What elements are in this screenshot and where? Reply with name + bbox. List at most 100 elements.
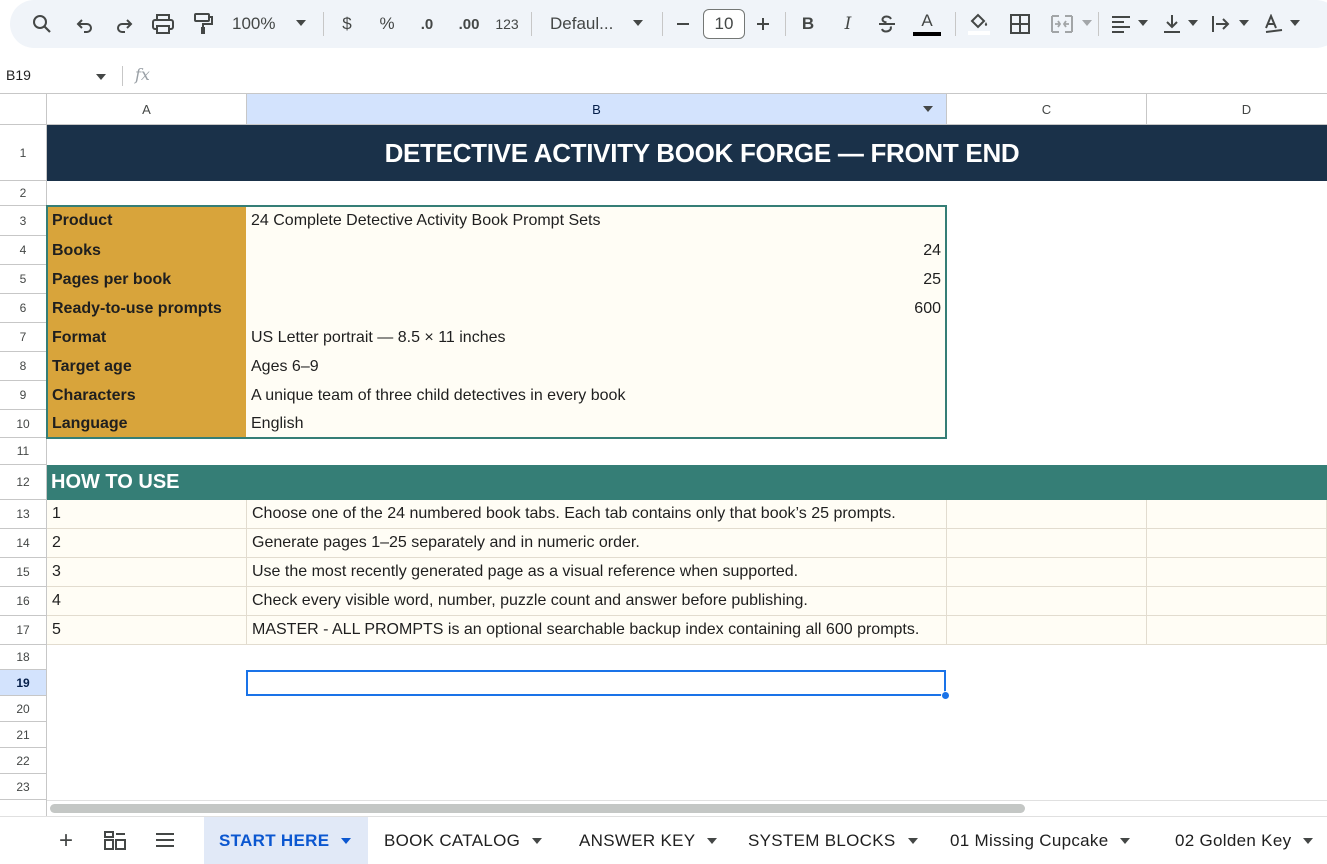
row-header[interactable]: 21 <box>0 722 47 748</box>
merge-cells-button[interactable] <box>1050 0 1074 48</box>
horizontal-scrollbar-track[interactable] <box>47 800 1327 816</box>
column-header-d[interactable]: D <box>1147 94 1327 125</box>
sheet-tab-book-catalog[interactable]: BOOK CATALOG <box>369 817 561 864</box>
increase-decimal-button[interactable]: .00 <box>454 0 484 48</box>
info-label[interactable]: Product <box>47 206 246 236</box>
empty-cell[interactable] <box>947 616 1147 645</box>
row-header[interactable]: 7 <box>0 323 47 352</box>
step-number[interactable]: 2 <box>47 529 247 558</box>
text-wrapping-button[interactable] <box>1210 0 1232 48</box>
fill-color-button[interactable] <box>966 0 992 48</box>
row-header[interactable]: 5 <box>0 265 47 294</box>
row-header[interactable]: 13 <box>0 500 47 529</box>
merge-chevron-down-icon[interactable] <box>1082 20 1092 26</box>
row-header[interactable]: 1 <box>0 125 47 181</box>
row-header[interactable]: 11 <box>0 438 47 465</box>
column-header-b[interactable]: B <box>247 94 947 125</box>
info-value[interactable]: 25 <box>246 265 946 294</box>
row-header[interactable]: 8 <box>0 352 47 381</box>
sheet-tab-01-missing-cupcake[interactable]: 01 Missing Cupcake <box>935 817 1159 864</box>
step-text[interactable]: Check every visible word, number, puzzle… <box>247 587 947 616</box>
empty-cell[interactable] <box>1147 558 1327 587</box>
row-header[interactable]: 6 <box>0 294 47 323</box>
empty-cell[interactable] <box>1147 587 1327 616</box>
formula-input[interactable] <box>170 64 1320 88</box>
rotation-chevron-down-icon[interactable] <box>1290 20 1300 26</box>
more-formats-button[interactable]: 123 <box>494 0 520 48</box>
row-header[interactable]: 10 <box>0 410 47 438</box>
name-box-chevron-down-icon[interactable] <box>96 74 106 80</box>
strikethrough-button[interactable] <box>876 0 898 48</box>
row-header[interactable]: 16 <box>0 587 47 616</box>
step-text[interactable]: Use the most recently generated page as … <box>247 558 947 587</box>
print-button[interactable] <box>151 0 175 48</box>
step-text[interactable]: Generate pages 1–25 separately and in nu… <box>247 529 947 558</box>
sheet-tab-system-blocks[interactable]: SYSTEM BLOCKS <box>733 817 935 864</box>
info-label[interactable]: Ready-to-use prompts <box>47 294 246 323</box>
sheet-tab-start-here[interactable]: START HERE <box>204 817 368 864</box>
decrease-font-size-button[interactable] <box>673 0 693 48</box>
paint-format-button[interactable] <box>191 0 215 48</box>
info-value[interactable]: English <box>246 410 946 438</box>
row-header[interactable]: 4 <box>0 236 47 265</box>
info-label[interactable]: Target age <box>47 352 246 381</box>
step-number[interactable]: 5 <box>47 616 247 645</box>
fill-handle[interactable] <box>941 691 950 700</box>
add-sheet-button[interactable]: + <box>54 827 78 854</box>
info-label[interactable]: Format <box>47 323 246 352</box>
step-text[interactable]: Choose one of the 24 numbered book tabs.… <box>247 500 947 529</box>
name-box[interactable]: B19 <box>6 67 31 83</box>
text-rotation-button[interactable] <box>1262 0 1284 48</box>
row-header[interactable]: 20 <box>0 696 47 722</box>
info-value[interactable]: Ages 6–9 <box>246 352 946 381</box>
row-header[interactable]: 3 <box>0 206 47 236</box>
increase-font-size-button[interactable] <box>753 0 773 48</box>
row-header-selected[interactable]: 19 <box>0 670 47 696</box>
undo-button[interactable] <box>73 0 97 48</box>
step-number[interactable]: 1 <box>47 500 247 529</box>
tab-chevron-down-icon[interactable] <box>907 838 918 844</box>
selected-cell-b19[interactable] <box>246 670 946 696</box>
empty-cell[interactable] <box>1147 529 1327 558</box>
info-value[interactable]: US Letter portrait — 8.5 × 11 inches <box>246 323 946 352</box>
text-color-button[interactable]: A <box>913 0 941 48</box>
row-header[interactable]: 23 <box>0 774 47 800</box>
zoom-select[interactable]: 100% <box>232 0 282 48</box>
sheet-list-button[interactable] <box>104 831 126 856</box>
info-label[interactable]: Pages per book <box>47 265 246 294</box>
redo-button[interactable] <box>112 0 136 48</box>
step-number[interactable]: 3 <box>47 558 247 587</box>
info-value[interactable]: A unique team of three child detectives … <box>246 381 946 410</box>
row-header[interactable]: 9 <box>0 381 47 410</box>
empty-cell[interactable] <box>947 500 1147 529</box>
all-sheets-menu-button[interactable] <box>155 832 175 853</box>
empty-cell[interactable] <box>1147 616 1327 645</box>
row-header[interactable]: 14 <box>0 529 47 558</box>
step-number[interactable]: 4 <box>47 587 247 616</box>
info-label[interactable]: Characters <box>47 381 246 410</box>
info-label[interactable]: Language <box>47 410 246 438</box>
column-menu-chevron-down-icon[interactable] <box>923 106 933 112</box>
valign-chevron-down-icon[interactable] <box>1188 20 1198 26</box>
font-family-select[interactable]: Defaul... <box>550 0 625 48</box>
empty-cell[interactable] <box>947 529 1147 558</box>
vertical-align-button[interactable] <box>1161 0 1183 48</box>
bold-button[interactable]: B <box>798 0 818 48</box>
tab-chevron-down-icon[interactable] <box>1303 838 1314 844</box>
sheet-tab-02-golden-key[interactable]: 02 Golden Key <box>1160 817 1327 864</box>
decrease-decimal-button[interactable]: .0 <box>414 0 440 48</box>
section-header-how-to-use[interactable]: HOW TO USE <box>47 465 1327 500</box>
column-header-a[interactable]: A <box>47 94 247 125</box>
info-label[interactable]: Books <box>47 236 246 265</box>
info-value[interactable]: 600 <box>246 294 946 323</box>
info-value[interactable]: 24 <box>246 236 946 265</box>
row-header[interactable]: 18 <box>0 645 47 670</box>
font-chevron-down-icon[interactable] <box>633 20 643 26</box>
row-header[interactable]: 22 <box>0 748 47 774</box>
column-header-c[interactable]: C <box>947 94 1147 125</box>
tab-chevron-down-icon[interactable] <box>707 838 718 844</box>
row-header[interactable]: 2 <box>0 181 47 206</box>
italic-button[interactable]: I <box>838 0 858 48</box>
horizontal-align-button[interactable] <box>1110 0 1132 48</box>
step-text[interactable]: MASTER - ALL PROMPTS is an optional sear… <box>247 616 947 645</box>
